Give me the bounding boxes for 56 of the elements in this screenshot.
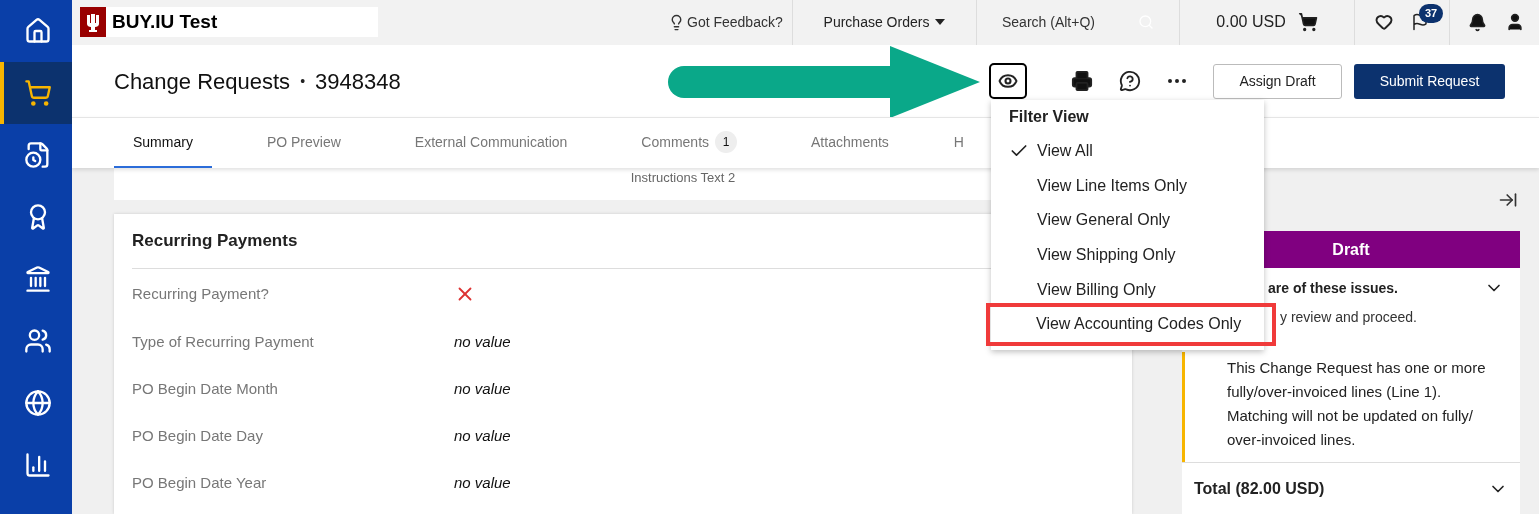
field-value: no value bbox=[454, 426, 511, 447]
purchase-orders-menu[interactable]: Purchase Orders bbox=[792, 0, 977, 45]
menu-item[interactable]: View All bbox=[991, 134, 1264, 169]
title-separator: • bbox=[300, 71, 306, 91]
field-label: PO Begin Date Month bbox=[132, 379, 279, 400]
logo-text: BUY.IU Test bbox=[112, 10, 218, 35]
total-amount: Total (82.00 USD) bbox=[1194, 478, 1325, 499]
users-icon bbox=[24, 327, 52, 355]
menu-item-label: View Accounting Codes Only bbox=[1036, 314, 1242, 335]
cart-total-button[interactable]: 0.00 USD bbox=[1180, 0, 1355, 45]
field-label: PO Begin Date Day bbox=[132, 426, 264, 447]
user-icon[interactable] bbox=[1505, 12, 1525, 33]
field-label: Recurring Payment? bbox=[132, 283, 270, 304]
print-icon[interactable] bbox=[1071, 70, 1093, 92]
issues-heading: are of these issues. bbox=[1268, 279, 1399, 298]
home-icon bbox=[24, 17, 52, 45]
bar-chart-icon bbox=[24, 451, 52, 479]
document-clock-icon bbox=[24, 141, 52, 169]
tab[interactable]: External Communication bbox=[359, 118, 587, 168]
caret-icon bbox=[935, 19, 946, 26]
tab[interactable]: PO Preview bbox=[211, 118, 360, 168]
sidebar-item[interactable] bbox=[0, 62, 72, 124]
menu-item-label: View All bbox=[1037, 141, 1093, 162]
feedback-link[interactable]: Got Feedback? bbox=[668, 11, 792, 33]
field-label: Type of Recurring Payment bbox=[132, 332, 315, 353]
help-icon[interactable] bbox=[1119, 70, 1141, 92]
search-field[interactable]: Search (Alt+Q) bbox=[977, 0, 1180, 45]
menu-title: Filter View bbox=[1008, 107, 1090, 127]
tab[interactable]: Comments 1 bbox=[586, 118, 757, 168]
filter-view-button[interactable] bbox=[989, 63, 1027, 99]
menu-item[interactable]: View Accounting Codes Only bbox=[990, 306, 1272, 342]
tab[interactable]: Attachments bbox=[756, 118, 908, 168]
field-label: PO Begin Date Year bbox=[132, 473, 268, 494]
bank-icon bbox=[24, 265, 52, 293]
eye-icon bbox=[998, 71, 1018, 91]
field-value: no value bbox=[454, 379, 511, 400]
cart-icon bbox=[24, 79, 52, 107]
menu-item[interactable]: View Line Items Only bbox=[991, 168, 1264, 204]
menu-item-label: View Line Items Only bbox=[1037, 175, 1187, 196]
globe-icon bbox=[24, 389, 52, 417]
menu-item[interactable]: View Billing Only bbox=[991, 272, 1264, 307]
assign-draft-button[interactable]: Assign Draft bbox=[1213, 63, 1342, 99]
heart-icon[interactable] bbox=[1375, 13, 1393, 32]
tab[interactable]: H bbox=[907, 118, 964, 168]
page-title: Change Requests bbox=[114, 67, 291, 96]
field-value: no value bbox=[454, 473, 511, 494]
count-badge: 1 bbox=[715, 131, 738, 154]
menu-item-label: View Billing Only bbox=[1037, 279, 1156, 300]
field-value: no value bbox=[454, 332, 511, 353]
issues-subtext: y review and proceed. bbox=[1280, 308, 1417, 327]
instructions-text: Instructions Text 2 bbox=[630, 169, 736, 187]
request-number: 3948348 bbox=[315, 67, 401, 96]
cart-icon bbox=[1297, 12, 1318, 33]
notification-badge: 37 bbox=[1419, 4, 1444, 23]
submit-request-button[interactable]: Submit Request bbox=[1354, 63, 1505, 99]
bell-icon[interactable] bbox=[1468, 12, 1487, 32]
